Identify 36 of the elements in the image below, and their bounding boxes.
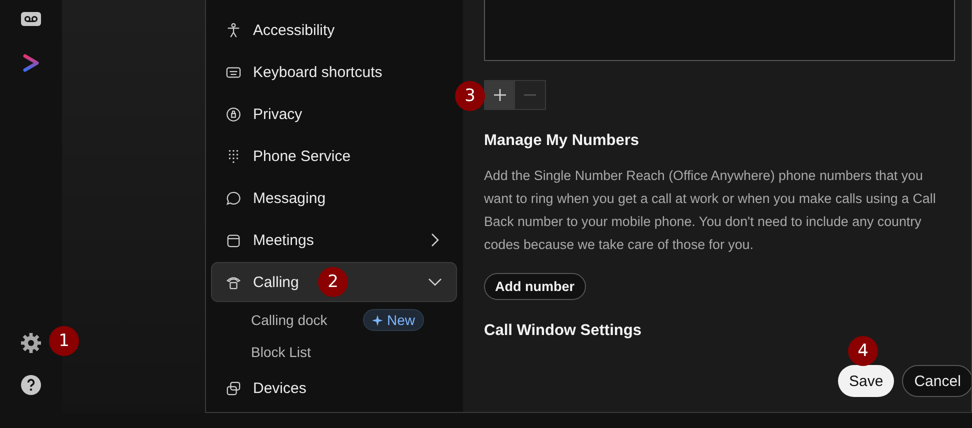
voicemail-icon[interactable]	[21, 12, 41, 26]
cancel-button[interactable]: Cancel	[902, 365, 971, 397]
nav-item[interactable]: Phone Service	[211, 136, 457, 176]
description-text: Add the Single Number Reach (Office Anywhere) phone numbers that you want to ring when you get a call at work or when you make calls using a Call Back number to your mobile phone. You don't need to include any country codes because we take care of those for you.	[484, 167, 937, 254]
settings-icon[interactable]	[21, 333, 41, 353]
section-heading: Manage My Numbers	[484, 132, 640, 150]
section-heading: Call Window Settings	[484, 322, 642, 340]
nav-item[interactable]: Meetings	[211, 220, 457, 260]
nav-item[interactable]: Calling 2	[211, 262, 457, 302]
nav-item[interactable]: Devices	[211, 368, 457, 408]
new-badge: New	[363, 309, 424, 331]
step-marker: 1	[49, 326, 79, 356]
person-icon	[226, 22, 241, 38]
nav-subitem[interactable]: Calling dock	[251, 312, 363, 328]
phone-icon	[226, 274, 241, 290]
devices-icon	[226, 380, 241, 396]
add-button[interactable]	[485, 81, 515, 109]
nav-item[interactable]: Accessibility	[211, 10, 457, 50]
step-marker: 2	[318, 267, 348, 297]
lock-icon	[226, 106, 241, 122]
help-icon[interactable]	[21, 375, 41, 395]
step-marker: 3	[455, 81, 485, 111]
step-marker: 4	[848, 336, 878, 366]
nav-subitem[interactable]: Block List	[251, 344, 363, 360]
nav-item[interactable]: Privacy	[211, 94, 457, 134]
plus-icon	[493, 88, 507, 102]
add-number-button[interactable]: Add number	[484, 273, 586, 300]
save-button[interactable]: Save	[838, 365, 894, 397]
chat-bubble-icon	[226, 190, 241, 206]
nav-item[interactable]: Messaging	[211, 178, 457, 218]
play-logo-icon[interactable]	[23, 54, 39, 72]
numbers-list-box[interactable]	[484, 0, 955, 61]
calendar-icon	[226, 232, 241, 248]
dialpad-icon	[226, 148, 241, 164]
nav-item[interactable]: Keyboard shortcuts	[211, 52, 457, 92]
keyboard-icon	[226, 64, 241, 80]
